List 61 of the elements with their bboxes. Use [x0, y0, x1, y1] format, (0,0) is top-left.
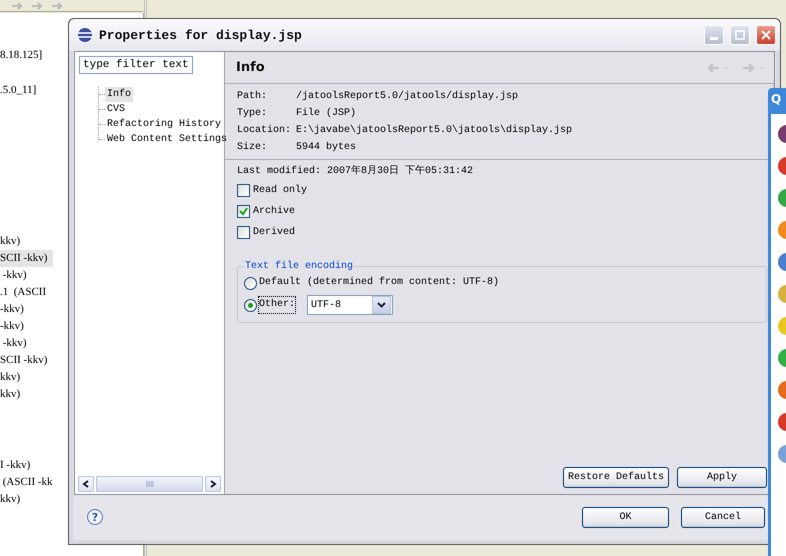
- ok-button[interactable]: OK: [582, 506, 669, 528]
- property-label: Type:: [237, 107, 268, 121]
- tree-item[interactable]: CVS: [105, 102, 128, 117]
- tree-item[interactable]: Web Content Settings: [105, 132, 230, 147]
- code-line: -kkv): [2, 336, 28, 351]
- minimize-button[interactable]: [704, 25, 724, 45]
- close-button[interactable]: [756, 25, 776, 45]
- checkbox[interactable]: [237, 226, 250, 239]
- property-value: /jatoolsReport5.0/jatools/display.jsp: [296, 90, 518, 104]
- code-line: -kkv): [0, 302, 25, 317]
- scroll-right-button[interactable]: [205, 476, 221, 492]
- minimize-icon: [710, 36, 718, 40]
- encoding-dropdown[interactable]: UTF-8: [307, 295, 394, 315]
- apply-button[interactable]: Apply: [677, 467, 767, 488]
- radio-label[interactable]: Other:: [259, 297, 296, 313]
- code-line: -kkv): [2, 268, 28, 283]
- checkbox-label[interactable]: Read only: [253, 182, 308, 198]
- code-line: kkv): [0, 234, 22, 249]
- close-icon: [761, 30, 771, 40]
- chevron-right-icon: [209, 480, 217, 488]
- last-modified-text: Last modified: 2007年8月30日 下午05:31:42: [237, 164, 474, 179]
- property-value: File (JSP): [296, 106, 356, 121]
- radio-button[interactable]: [244, 276, 257, 290]
- code-line: .5.0_11]: [0, 83, 38, 98]
- chevron-left-icon: [82, 480, 90, 488]
- panel-title: Q: [771, 92, 782, 108]
- maximize-button[interactable]: [730, 25, 750, 45]
- code-line: kkv): [0, 370, 22, 385]
- restore-defaults-button[interactable]: Restore Defaults: [562, 467, 669, 488]
- code-line: I -kkv): [0, 458, 32, 473]
- horizontal-scrollbar[interactable]: [78, 476, 221, 492]
- property-label: Size:: [237, 140, 268, 155]
- checkbox[interactable]: [237, 205, 250, 218]
- property-value: 5944 bytes: [296, 140, 356, 155]
- help-button[interactable]: ?: [87, 509, 103, 525]
- code-line: SCII -kkv): [0, 353, 48, 368]
- window-title: Properties for display.jsp: [99, 28, 303, 42]
- code-line: kkv): [0, 492, 22, 507]
- checkbox[interactable]: [237, 184, 250, 197]
- code-line: -kkv): [0, 319, 25, 334]
- scroll-left-button[interactable]: [78, 476, 94, 492]
- globe-icon: [77, 27, 93, 43]
- property-label: Path:: [237, 90, 268, 104]
- code-line: 8.18.125]: [0, 48, 44, 63]
- page-title: Info: [236, 60, 266, 75]
- code-line: .1 (ASCII: [0, 285, 48, 300]
- checkbox-label[interactable]: Archive: [253, 204, 296, 220]
- checkbox-label[interactable]: Derived: [253, 224, 296, 240]
- radio-button[interactable]: [244, 298, 257, 312]
- group-title: Text file encoding: [244, 261, 354, 272]
- property-value: E:\javabe\jatoolsReport5.0\jatools\display.jsp: [296, 124, 572, 138]
- filter-field[interactable]: type filter text: [79, 56, 193, 74]
- property-label: Location:: [237, 124, 292, 138]
- cancel-button[interactable]: Cancel: [681, 506, 765, 528]
- code-line: (ASCII -kk: [2, 475, 54, 490]
- radio-label[interactable]: Default (determined from content: UTF-8): [259, 275, 500, 291]
- tree-item[interactable]: Info: [105, 87, 134, 102]
- tree-item[interactable]: Refactoring History: [105, 117, 224, 132]
- maximize-icon: [735, 30, 745, 40]
- code-line: kkv): [0, 387, 22, 402]
- grip-icon: [146, 481, 154, 487]
